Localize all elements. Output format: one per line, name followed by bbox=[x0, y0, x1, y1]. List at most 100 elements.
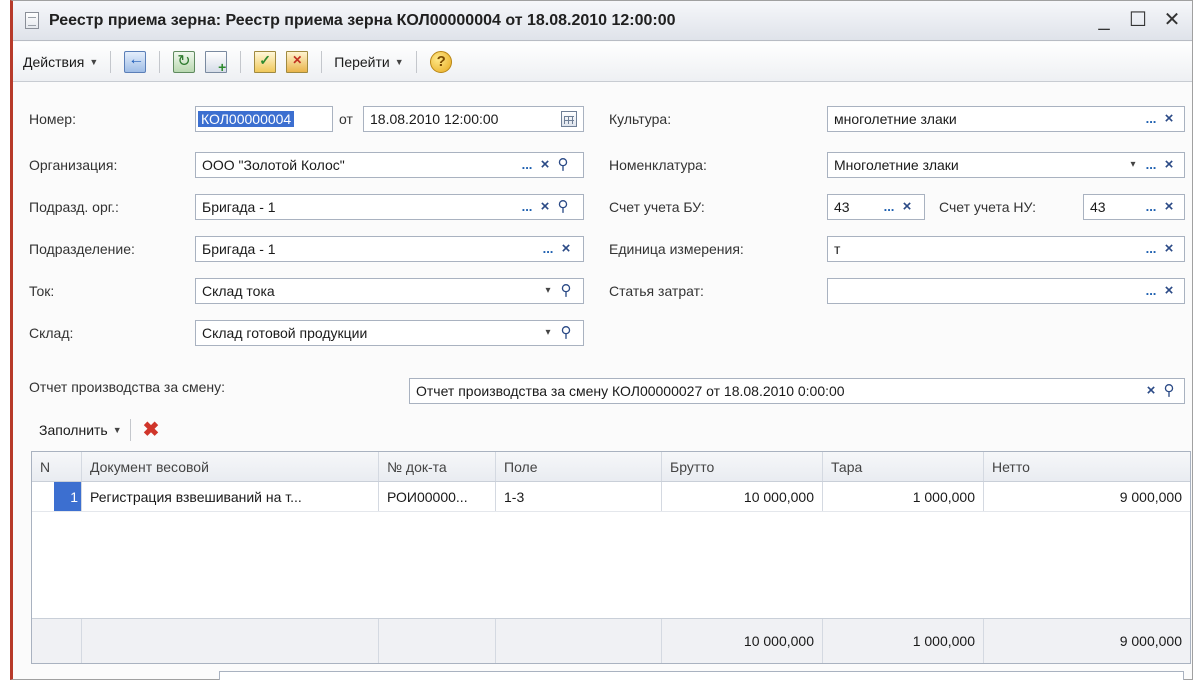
warehouse-field[interactable]: Склад готовой продукции bbox=[195, 320, 584, 346]
table-footer: 10 000,000 1 000,000 9 000,000 bbox=[32, 618, 1190, 663]
warehouse-value: Склад готовой продукции bbox=[202, 325, 368, 341]
search-icon[interactable]: ⚲ bbox=[558, 323, 574, 343]
select-button[interactable]: ... bbox=[1143, 239, 1159, 259]
fill-button-label: Заполнить bbox=[39, 422, 108, 438]
chevron-down-icon: ▼ bbox=[112, 425, 122, 435]
chevron-down-icon[interactable]: ▾ bbox=[1125, 155, 1141, 175]
account-nu-label: Счет учета НУ: bbox=[939, 199, 1037, 215]
document-icon bbox=[25, 12, 39, 29]
cost-item-field[interactable] bbox=[827, 278, 1185, 304]
actions-menu-button[interactable]: Действия ▼ bbox=[19, 50, 102, 74]
select-button[interactable]: ... bbox=[519, 197, 535, 217]
unit-field[interactable]: т bbox=[827, 236, 1185, 262]
search-icon[interactable]: ⚲ bbox=[558, 281, 574, 301]
clear-icon[interactable]: × bbox=[1161, 281, 1177, 301]
chevron-down-icon[interactable]: ▾ bbox=[540, 323, 556, 343]
refresh-icon[interactable] bbox=[173, 50, 196, 73]
org-division-label: Подразд. орг.: bbox=[29, 199, 119, 215]
fill-button[interactable]: Заполнить ▼ bbox=[39, 422, 122, 438]
comment-field[interactable] bbox=[219, 671, 1184, 680]
weighing-table: N Документ весовой № док-та Поле Брутто … bbox=[31, 451, 1191, 664]
number-field[interactable]: КОЛ00000004 bbox=[195, 106, 333, 132]
total-tare: 1 000,000 bbox=[823, 619, 984, 663]
cell-net[interactable]: 9 000,000 bbox=[984, 482, 1190, 511]
cell-doc-number[interactable]: РОИ00000... bbox=[379, 482, 496, 511]
cell-tare[interactable]: 1 000,000 bbox=[823, 482, 984, 511]
cell-gross[interactable]: 10 000,000 bbox=[662, 482, 823, 511]
toolbar-separator bbox=[129, 419, 131, 441]
date-separator-label: от bbox=[339, 111, 353, 127]
clear-icon[interactable]: × bbox=[899, 197, 915, 217]
tok-value: Склад тока bbox=[202, 283, 275, 299]
unpost-icon[interactable] bbox=[286, 50, 309, 73]
goto-menu-label: Перейти bbox=[334, 53, 390, 70]
clear-icon[interactable]: × bbox=[1143, 381, 1159, 401]
clear-icon[interactable]: × bbox=[1161, 155, 1177, 175]
date-field[interactable]: 18.08.2010 12:00:00 bbox=[363, 106, 584, 132]
table-toolbar: Заполнить ▼ ✖ bbox=[39, 419, 159, 441]
toolbar-separator bbox=[159, 50, 161, 73]
select-button[interactable]: ... bbox=[1143, 197, 1159, 217]
total-net: 9 000,000 bbox=[1119, 633, 1182, 649]
copy-icon[interactable] bbox=[205, 50, 228, 75]
date-value: 18.08.2010 12:00:00 bbox=[370, 111, 499, 127]
cell-document[interactable]: Регистрация взвешиваний на т... bbox=[82, 482, 379, 511]
column-header-n[interactable]: N bbox=[32, 452, 82, 481]
unit-label: Единица измерения: bbox=[609, 241, 744, 257]
chevron-down-icon: ▼ bbox=[394, 56, 404, 67]
clear-icon[interactable]: × bbox=[537, 197, 553, 217]
document-window: Реестр приема зерна: Реестр приема зерна… bbox=[10, 0, 1193, 680]
clear-icon[interactable]: × bbox=[1161, 239, 1177, 259]
clear-icon[interactable]: × bbox=[558, 239, 574, 259]
column-header-doc-number[interactable]: № док-та bbox=[379, 452, 496, 481]
post-icon[interactable] bbox=[254, 50, 277, 73]
account-bu-label: Счет учета БУ: bbox=[609, 199, 705, 215]
close-button[interactable]: ✕ bbox=[1162, 8, 1182, 32]
calendar-icon[interactable] bbox=[561, 111, 577, 127]
select-button[interactable]: ... bbox=[1143, 155, 1159, 175]
table-header: N Документ весовой № док-та Поле Брутто … bbox=[32, 452, 1190, 482]
maximize-button[interactable]: ☐ bbox=[1128, 8, 1148, 32]
minimize-button[interactable]: _ bbox=[1094, 8, 1114, 32]
toolbar-separator bbox=[110, 50, 112, 73]
column-header-gross[interactable]: Брутто bbox=[662, 452, 823, 481]
delete-icon[interactable]: ✖ bbox=[143, 420, 160, 440]
number-label: Номер: bbox=[29, 111, 76, 127]
shift-report-field[interactable]: Отчет производства за смену КОЛ00000027 … bbox=[409, 378, 1185, 404]
clear-icon[interactable]: × bbox=[537, 155, 553, 175]
select-button[interactable]: ... bbox=[1143, 281, 1159, 301]
column-header-tare[interactable]: Тара bbox=[823, 452, 984, 481]
goto-menu-button[interactable]: Перейти ▼ bbox=[330, 50, 407, 74]
shift-report-value: Отчет производства за смену КОЛ00000027 … bbox=[416, 383, 845, 399]
select-button[interactable]: ... bbox=[540, 239, 556, 259]
search-icon[interactable]: ⚲ bbox=[555, 197, 571, 217]
select-button[interactable]: ... bbox=[1143, 109, 1159, 129]
clear-icon[interactable]: × bbox=[1161, 109, 1177, 129]
table-row[interactable]: 1 Регистрация взвешиваний на т... РОИ000… bbox=[32, 482, 1190, 512]
select-button[interactable]: ... bbox=[519, 155, 535, 175]
tok-field[interactable]: Склад тока bbox=[195, 278, 584, 304]
clear-icon[interactable]: × bbox=[1161, 197, 1177, 217]
select-button[interactable]: ... bbox=[881, 197, 897, 217]
warehouse-label: Склад: bbox=[29, 325, 74, 341]
shift-report-label: Отчет производства за смену: bbox=[29, 379, 226, 395]
search-icon[interactable]: ⚲ bbox=[1161, 381, 1177, 401]
chevron-down-icon[interactable]: ▾ bbox=[540, 281, 556, 301]
cell-field[interactable]: 1-3 bbox=[496, 482, 662, 511]
culture-field[interactable]: многолетние злаки bbox=[827, 106, 1185, 132]
exit-icon[interactable] bbox=[124, 50, 147, 73]
column-header-field[interactable]: Поле bbox=[496, 452, 662, 481]
culture-value: многолетние злаки bbox=[834, 111, 957, 127]
nomenclature-label: Номенклатура: bbox=[609, 157, 707, 173]
toolbar-separator bbox=[240, 50, 242, 73]
column-header-document[interactable]: Документ весовой bbox=[82, 452, 379, 481]
column-header-net[interactable]: Нетто bbox=[984, 452, 1190, 481]
cost-item-label: Статья затрат: bbox=[609, 283, 704, 299]
toolbar-separator bbox=[321, 50, 323, 73]
help-icon[interactable] bbox=[429, 50, 452, 73]
search-icon[interactable]: ⚲ bbox=[555, 155, 571, 175]
tok-label: Ток: bbox=[29, 283, 55, 299]
division-field[interactable]: Бригада - 1 bbox=[195, 236, 584, 262]
actions-menu-label: Действия bbox=[23, 53, 85, 70]
division-label: Подразделение: bbox=[29, 241, 135, 257]
